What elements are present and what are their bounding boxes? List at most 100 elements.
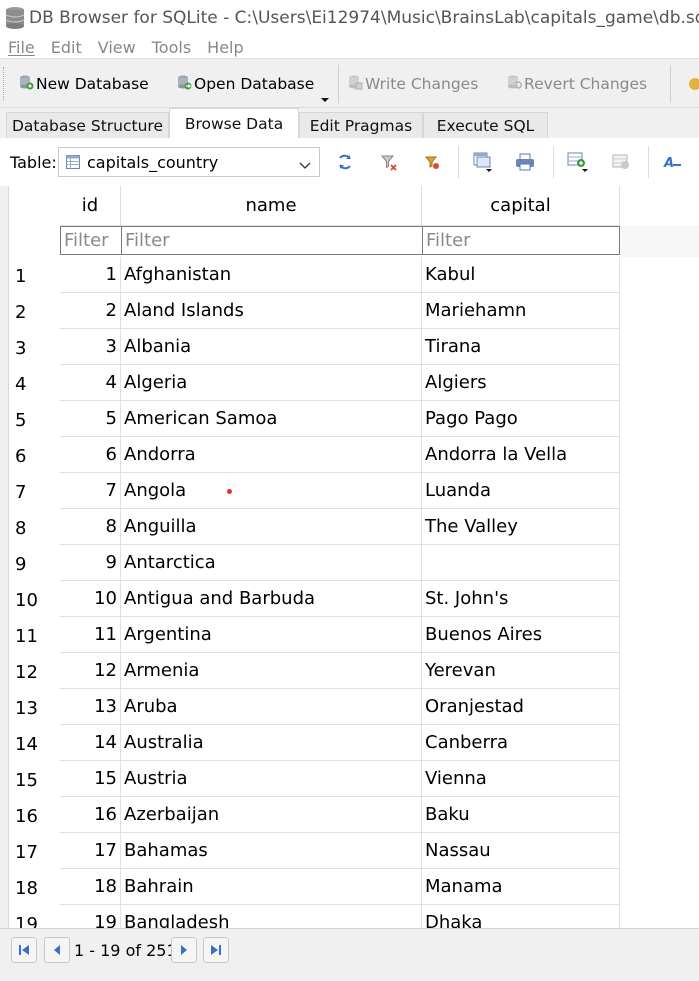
cell-name[interactable]: Azerbaijan — [121, 797, 422, 833]
cell-id[interactable]: 8 — [60, 509, 121, 545]
toolbar-overflow-icon[interactable] — [688, 73, 699, 95]
print-icon[interactable] — [514, 152, 536, 172]
cell-name[interactable]: Australia — [121, 725, 422, 761]
cell-id[interactable]: 11 — [60, 617, 121, 653]
table-row[interactable]: 2 2 Aland Islands Mariehamn — [9, 293, 699, 329]
column-header-id[interactable]: id — [60, 186, 121, 226]
table-row[interactable]: 9 9 Antarctica — [9, 545, 699, 581]
cell-name[interactable]: Armenia — [121, 653, 422, 689]
cell-id[interactable]: 13 — [60, 689, 121, 725]
next-page-button[interactable] — [171, 937, 197, 963]
row-number[interactable]: 11 — [9, 617, 60, 653]
row-number[interactable]: 5 — [9, 401, 60, 437]
menu-view[interactable]: View — [90, 38, 144, 57]
cell-id[interactable]: 18 — [60, 869, 121, 905]
cell-capital[interactable]: The Valley — [422, 509, 620, 545]
tab-browse-data[interactable]: Browse Data — [169, 108, 299, 138]
write-changes-button[interactable]: Write Changes — [347, 73, 478, 95]
row-number[interactable]: 15 — [9, 761, 60, 797]
row-number[interactable]: 18 — [9, 869, 60, 905]
insert-record-icon[interactable] — [567, 152, 589, 172]
cell-name[interactable]: Antarctica — [121, 545, 422, 581]
cell-name[interactable]: Afghanistan — [121, 257, 422, 293]
table-select[interactable]: capitals_country — [58, 147, 320, 177]
row-number[interactable]: 7 — [9, 473, 60, 509]
cell-name[interactable]: Anguilla — [121, 509, 422, 545]
previous-page-button[interactable] — [44, 937, 70, 963]
clear-filters-icon[interactable] — [378, 152, 400, 172]
cell-capital[interactable]: Tirana — [422, 329, 620, 365]
menu-file[interactable]: File — [0, 38, 43, 57]
table-row[interactable]: 4 4 Algeria Algiers — [9, 365, 699, 401]
cell-id[interactable]: 19 — [60, 905, 121, 928]
row-number[interactable]: 10 — [9, 581, 60, 617]
row-number[interactable]: 17 — [9, 833, 60, 869]
filter-input-name[interactable]: Filter — [121, 226, 423, 255]
cell-capital[interactable]: Andorra la Vella — [422, 437, 620, 473]
cell-capital[interactable]: Algiers — [422, 365, 620, 401]
cell-id[interactable]: 3 — [60, 329, 121, 365]
cell-capital[interactable]: Canberra — [422, 725, 620, 761]
cell-capital[interactable]: Yerevan — [422, 653, 620, 689]
cell-capital[interactable]: Manama — [422, 869, 620, 905]
table-row[interactable]: 13 13 Aruba Oranjestad — [9, 689, 699, 725]
refresh-icon[interactable] — [334, 152, 356, 172]
cell-name[interactable]: Austria — [121, 761, 422, 797]
cell-id[interactable]: 10 — [60, 581, 121, 617]
row-number[interactable]: 1 — [9, 257, 60, 293]
cell-id[interactable]: 17 — [60, 833, 121, 869]
menu-edit[interactable]: Edit — [43, 38, 90, 57]
save-filter-icon[interactable] — [421, 152, 443, 172]
table-row[interactable]: 7 7 Angola Luanda — [9, 473, 699, 509]
cell-capital[interactable]: Oranjestad — [422, 689, 620, 725]
cell-id[interactable]: 5 — [60, 401, 121, 437]
cell-name[interactable]: Aland Islands — [121, 293, 422, 329]
open-database-dropdown-arrow[interactable] — [320, 89, 330, 108]
last-page-button[interactable] — [203, 937, 229, 963]
table-row[interactable]: 3 3 Albania Tirana — [9, 329, 699, 365]
tab-edit-pragmas[interactable]: Edit Pragmas — [299, 112, 423, 138]
delete-record-icon[interactable] — [610, 152, 632, 172]
table-row[interactable]: 8 8 Anguilla The Valley — [9, 509, 699, 545]
cell-capital[interactable]: Vienna — [422, 761, 620, 797]
cell-name[interactable]: American Samoa — [121, 401, 422, 437]
tab-database-structure[interactable]: Database Structure — [6, 112, 169, 138]
column-header-capital[interactable]: capital — [422, 186, 620, 226]
row-number[interactable]: 19 — [9, 905, 60, 928]
cell-capital[interactable]: Mariehamn — [422, 293, 620, 329]
cell-id[interactable]: 7 — [60, 473, 121, 509]
cell-id[interactable]: 15 — [60, 761, 121, 797]
table-row[interactable]: 12 12 Armenia Yerevan — [9, 653, 699, 689]
row-number[interactable]: 4 — [9, 365, 60, 401]
cell-id[interactable]: 16 — [60, 797, 121, 833]
cell-id[interactable]: 12 — [60, 653, 121, 689]
row-number[interactable]: 12 — [9, 653, 60, 689]
cell-name[interactable]: Antigua and Barbuda — [121, 581, 422, 617]
row-number[interactable]: 16 — [9, 797, 60, 833]
cell-capital[interactable]: Luanda — [422, 473, 620, 509]
table-row[interactable]: 5 5 American Samoa Pago Pago — [9, 401, 699, 437]
revert-changes-button[interactable]: Revert Changes — [506, 73, 647, 95]
cell-capital[interactable]: Pago Pago — [422, 401, 620, 437]
cell-id[interactable]: 4 — [60, 365, 121, 401]
table-row[interactable]: 11 11 Argentina Buenos Aires — [9, 617, 699, 653]
toolbar-grip[interactable] — [3, 67, 6, 101]
row-number[interactable]: 2 — [9, 293, 60, 329]
table-row[interactable]: 16 16 Azerbaijan Baku — [9, 797, 699, 833]
table-row[interactable]: 14 14 Australia Canberra — [9, 725, 699, 761]
cell-name[interactable]: Angola — [121, 473, 422, 509]
cell-id[interactable]: 1 — [60, 257, 121, 293]
cell-name[interactable]: Albania — [121, 329, 422, 365]
tab-execute-sql[interactable]: Execute SQL — [423, 112, 548, 138]
cell-id[interactable]: 9 — [60, 545, 121, 581]
cell-capital[interactable]: St. John's — [422, 581, 620, 617]
column-header-name[interactable]: name — [121, 186, 422, 226]
cell-capital[interactable]: Kabul — [422, 257, 620, 293]
table-row[interactable]: 15 15 Austria Vienna — [9, 761, 699, 797]
row-number[interactable]: 14 — [9, 725, 60, 761]
cell-capital[interactable]: Nassau — [422, 833, 620, 869]
table-row[interactable]: 1 1 Afghanistan Kabul — [9, 257, 699, 293]
open-database-button[interactable]: Open Database — [176, 73, 314, 95]
save-table-as-icon[interactable] — [472, 152, 494, 172]
filter-input-id[interactable]: Filter — [60, 226, 122, 255]
